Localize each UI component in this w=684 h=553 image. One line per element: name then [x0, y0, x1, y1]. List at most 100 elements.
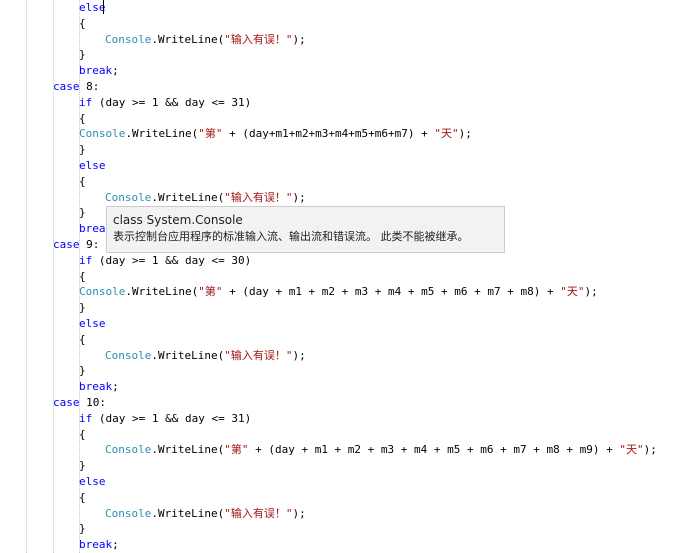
code-line[interactable]: }	[79, 300, 86, 316]
code-line[interactable]: Console.WriteLine("第" + (day + m1 + m2 +…	[105, 442, 657, 458]
code-line[interactable]: {	[79, 427, 86, 443]
keyword-token: case	[53, 80, 80, 93]
code-token: (day >= 1 && day <= 31)	[92, 411, 252, 425]
code-token: (day >= 1 && day <= 31)	[92, 95, 252, 109]
code-line[interactable]: case 10:	[53, 395, 106, 411]
code-token: }	[79, 364, 86, 378]
code-token: }	[79, 301, 86, 315]
keyword-token: else	[79, 317, 106, 330]
code-line[interactable]: else	[79, 316, 106, 332]
code-token: }	[79, 48, 86, 62]
code-token: ;	[112, 538, 119, 552]
code-token: {	[79, 111, 86, 125]
indent-guide	[26, 0, 27, 553]
tooltip-description: 表示控制台应用程序的标准输入流、输出流和错误流。 此类不能被继承。	[113, 230, 469, 243]
code-line[interactable]: if (day >= 1 && day <= 31)	[79, 95, 251, 111]
class-token: Console	[79, 285, 126, 299]
code-line[interactable]: }	[79, 521, 86, 537]
code-line[interactable]: }	[79, 458, 86, 474]
string-token: "第"	[198, 127, 223, 141]
code-token: {	[79, 490, 86, 504]
code-token: {	[79, 427, 86, 441]
code-token: ;	[112, 380, 119, 394]
keyword-token: else	[79, 159, 106, 172]
string-token: "第"	[224, 443, 249, 457]
code-token: .WriteLine(	[151, 443, 225, 457]
code-token: {	[79, 16, 86, 30]
code-token: );	[292, 32, 306, 46]
class-token: Console	[105, 32, 152, 46]
code-line[interactable]: Console.WriteLine("第" + (day + m1 + m2 +…	[79, 284, 598, 300]
keyword-token: if	[79, 253, 93, 267]
string-token: "输入有误！"	[224, 506, 293, 520]
code-line[interactable]: break;	[79, 379, 119, 395]
code-line[interactable]: case 8:	[53, 79, 99, 95]
code-token: + (day + m1 + m2 + m3 + m4 + m5 + m6 + m…	[222, 285, 561, 299]
string-token: "输入有误！"	[224, 32, 293, 46]
code-line[interactable]: break;	[79, 63, 119, 79]
code-line[interactable]: {	[79, 332, 86, 348]
code-token: {	[79, 269, 86, 283]
keyword-token: if	[79, 95, 93, 109]
code-token: );	[584, 285, 598, 299]
tooltip-signature: class System.Console	[113, 213, 243, 227]
code-line[interactable]: }	[79, 363, 86, 379]
code-token: + (day + m1 + m2 + m3 + m4 + m5 + m6 + m…	[248, 443, 620, 457]
code-token: );	[292, 506, 306, 520]
code-token: .WriteLine(	[125, 127, 199, 141]
code-line[interactable]: break;	[79, 537, 119, 553]
string-token: "天"	[434, 127, 459, 141]
code-line[interactable]: {	[79, 174, 86, 190]
code-line[interactable]: else	[79, 158, 106, 174]
code-line[interactable]: Console.WriteLine("第" + (day+m1+m2+m3+m4…	[79, 126, 472, 142]
keyword-token: break	[79, 380, 113, 394]
code-token: 10:	[79, 396, 106, 409]
text-caret	[103, 0, 104, 14]
code-line[interactable]: Console.WriteLine("输入有误！");	[105, 32, 306, 48]
code-token: );	[292, 348, 306, 362]
class-token: Console	[79, 127, 126, 141]
code-editor[interactable]: else{Console.WriteLine("输入有误！");} break; c…	[0, 0, 684, 553]
code-token: .WriteLine(	[151, 348, 225, 362]
string-token: "天"	[560, 285, 585, 299]
code-line[interactable]: }	[79, 142, 86, 158]
code-token: {	[79, 332, 86, 346]
keyword-token: else	[79, 475, 106, 488]
code-line[interactable]: Console.WriteLine("输入有误！");	[105, 190, 306, 206]
code-token: );	[292, 190, 306, 204]
keyword-token: case	[53, 396, 80, 409]
code-token: .WriteLine(	[151, 506, 225, 520]
quick-info-tooltip: class System.Console 表示控制台应用程序的标准输入流、输出流…	[106, 206, 505, 253]
code-token: .WriteLine(	[151, 32, 225, 46]
class-token: Console	[105, 443, 152, 457]
code-token: (day >= 1 && day <= 30)	[92, 253, 252, 267]
class-token: Console	[105, 506, 152, 520]
code-line[interactable]: }	[79, 47, 86, 63]
code-line[interactable]: Console.WriteLine("输入有误！");	[105, 506, 306, 522]
code-line[interactable]: {	[79, 490, 86, 506]
keyword-token: case	[53, 238, 80, 251]
code-line[interactable]: }	[79, 205, 86, 221]
code-line[interactable]: {	[79, 16, 86, 32]
code-line[interactable]: case 9:	[53, 237, 99, 253]
string-token: "输入有误！"	[224, 190, 293, 204]
class-token: Console	[105, 348, 152, 362]
code-token: }	[79, 206, 86, 220]
code-line[interactable]: if (day >= 1 && day <= 30)	[79, 253, 251, 269]
code-line[interactable]: {	[79, 111, 86, 127]
code-line[interactable]: {	[79, 269, 86, 285]
code-token: .WriteLine(	[125, 285, 199, 299]
code-token: 9:	[79, 238, 100, 251]
code-line[interactable]: else	[79, 0, 106, 16]
code-token: .WriteLine(	[151, 190, 225, 204]
keyword-token: else	[79, 1, 106, 14]
code-token: }	[79, 459, 86, 473]
code-line[interactable]: if (day >= 1 && day <= 31)	[79, 411, 251, 427]
code-token: }	[79, 143, 86, 157]
code-line[interactable]: Console.WriteLine("输入有误！");	[105, 348, 306, 364]
class-token: Console	[105, 190, 152, 204]
code-line[interactable]: else	[79, 474, 106, 490]
code-line[interactable]: brea	[79, 221, 106, 237]
code-token: 8:	[79, 80, 100, 93]
code-token: );	[458, 127, 472, 141]
